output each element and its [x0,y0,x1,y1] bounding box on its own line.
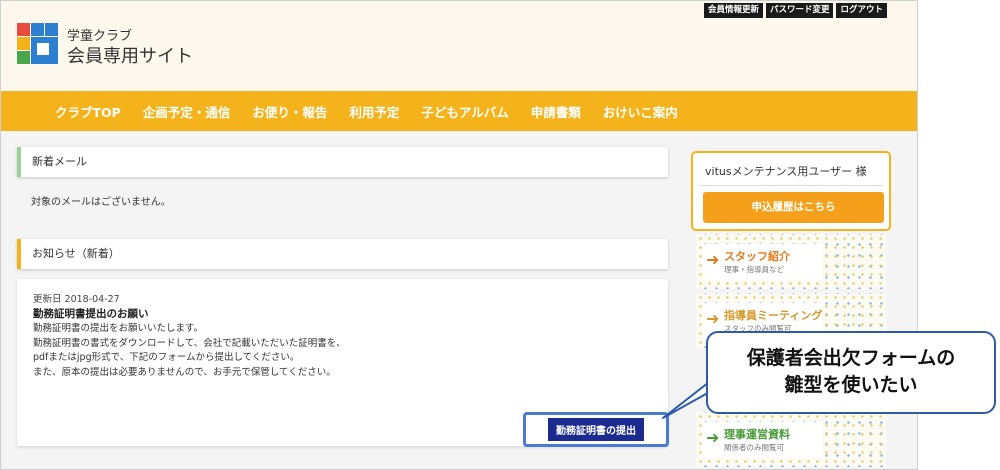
user-name: vitusメンテナンス用ユーザー 様 [705,165,867,178]
callout-line: 雛型を使いたい [784,374,918,396]
logout-link[interactable]: ログアウト [836,3,887,18]
nav-usage-schedule[interactable]: 利用予定 [349,102,399,121]
board-docs-banner[interactable]: ➜ 理事運営資料 関係者のみ閲覧可 [696,412,886,467]
news-body-line: pdfまたはjpg形式で、下記のフォームから提出してください。 [33,352,300,363]
brand-title: 会員専用サイト [67,46,193,67]
site-logo-icon[interactable] [17,23,58,64]
nav-album[interactable]: 子どもアルバム [421,102,508,121]
news-body: 勤務証明書の提出をお願いいたします。 勤務証明書の書式をダウンロードして、会社で… [33,322,346,380]
main-nav: クラブTOP 企画予定・通信 お便り・報告 利用予定 子どもアルバム 申請書類 … [1,91,917,131]
callout-bubble: 保護者会出欠フォームの 雛型を使いたい [706,331,996,414]
arrow-right-icon: ➜ [706,309,720,328]
mail-section-heading: 新着メール [17,147,668,177]
site-header: 学童クラブ 会員専用サイト 会員情報更新 パスワード変更 ログアウト [1,1,917,91]
arrow-right-icon: ➜ [706,428,720,447]
user-panel: vitusメンテナンス用ユーザー 様 申込履歴はこちら [691,151,891,231]
board-docs-banner-label: ➜ 理事運営資料 関係者のみ閲覧可 [702,422,822,458]
member-info-update-link[interactable]: 会員情報更新 [703,3,763,18]
user-divider [699,185,883,186]
nav-events[interactable]: 企画予定・通信 [143,102,231,121]
staff-banner-label: ➜ スタッフ紹介 理事・指導員など [702,244,822,280]
password-change-link[interactable]: パスワード変更 [765,3,834,18]
callout-line: 保護者会出欠フォームの [746,347,956,369]
meeting-banner-title: 指導員ミーティング [724,309,823,322]
staff-banner[interactable]: ➜ スタッフ紹介 理事・指導員など [696,234,886,289]
staff-banner-title: スタッフ紹介 [724,250,790,263]
submit-certificate-button[interactable]: 勤務証明書の提出 [523,412,669,447]
news-body-line: また、原本の提出は必要ありませんので、お手元で保管してください。 [33,366,336,378]
news-title: 勤務証明書提出のお願い [33,308,149,320]
nav-letters[interactable]: お便り・報告 [252,102,327,121]
application-history-button[interactable]: 申込履歴はこちら [703,192,884,223]
nav-lessons[interactable]: おけいこ案内 [603,102,678,121]
nav-club-top[interactable]: クラブTOP [55,102,121,121]
submit-certificate-label: 勤務証明書の提出 [548,418,644,441]
news-card: 更新日 2018-04-27 勤務証明書提出のお願い 勤務証明書の提出をお願いい… [17,279,669,447]
news-body-line: 勤務証明書の提出をお願いいたします。 [33,323,204,334]
staff-banner-sub: 理事・指導員など [724,265,784,274]
nav-forms[interactable]: 申請書類 [531,102,581,121]
utility-links: 会員情報更新 パスワード変更 ログアウト [703,3,887,18]
news-date: 更新日 2018-04-27 [33,294,120,305]
board-docs-banner-sub: 関係者のみ閲覧可 [724,443,784,452]
board-docs-banner-title: 理事運営資料 [724,428,790,441]
arrow-right-icon: ➜ [706,250,720,269]
news-body-line: 勤務証明書の書式をダウンロードして、会社で記載いただいた証明書を、 [33,337,346,349]
empty-mail-message: 対象のメールはございません。 [31,197,171,208]
news-section-heading: お知らせ（新着） [17,239,668,269]
